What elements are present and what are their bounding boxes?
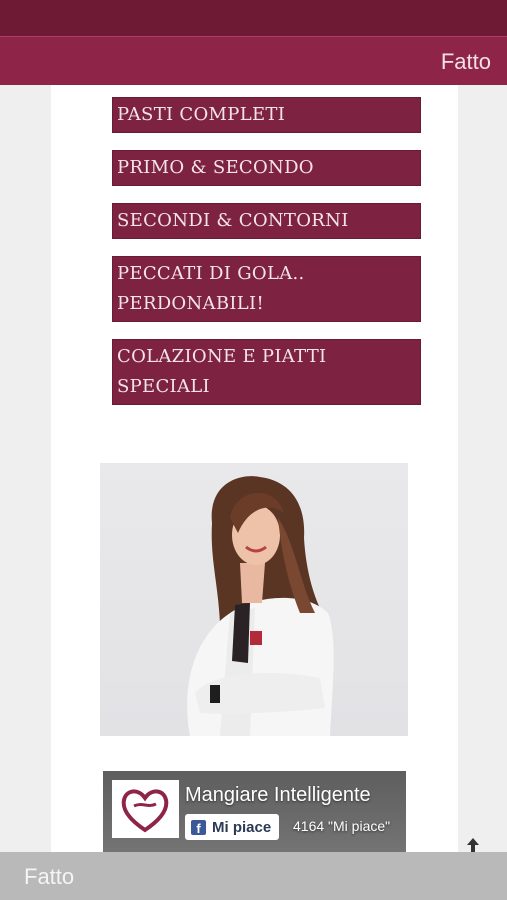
- page-name[interactable]: Mangiare Intelligente: [185, 784, 371, 807]
- status-bar: [0, 0, 507, 36]
- menu-item-colazione[interactable]: Colazione e piatti speciali: [112, 339, 421, 405]
- page-logo: [112, 780, 179, 838]
- menu-item-peccati-di-gola[interactable]: Peccati di gola.. perdonabili!: [112, 256, 421, 322]
- portrait-illustration: [187, 476, 334, 736]
- menu-item-primo-secondo[interactable]: Primo & Secondo: [112, 150, 421, 186]
- heart-logo-icon: [121, 789, 169, 833]
- menu-item-secondi-contorni[interactable]: Secondi & Contorni: [112, 203, 421, 239]
- like-count: 4164 "Mi piace": [293, 818, 391, 834]
- facebook-icon: f: [191, 819, 206, 836]
- done-button[interactable]: Fatto: [441, 49, 491, 75]
- like-label: Mi piace: [212, 818, 272, 836]
- web-content: Pasti completi Primo & Secondo Secondi &…: [51, 85, 458, 852]
- facebook-page-widget[interactable]: Mangiare Intelligente f Mi piace 4164 "M…: [103, 771, 406, 852]
- bottom-toolbar: Fatto: [0, 852, 507, 900]
- like-button[interactable]: f Mi piace: [185, 814, 280, 840]
- nutritionist-photo: [100, 463, 408, 736]
- menu-item-pasti-completi[interactable]: Pasti completi: [112, 97, 421, 133]
- bottom-done-button[interactable]: Fatto: [24, 864, 74, 890]
- top-toolbar: Fatto: [0, 36, 507, 85]
